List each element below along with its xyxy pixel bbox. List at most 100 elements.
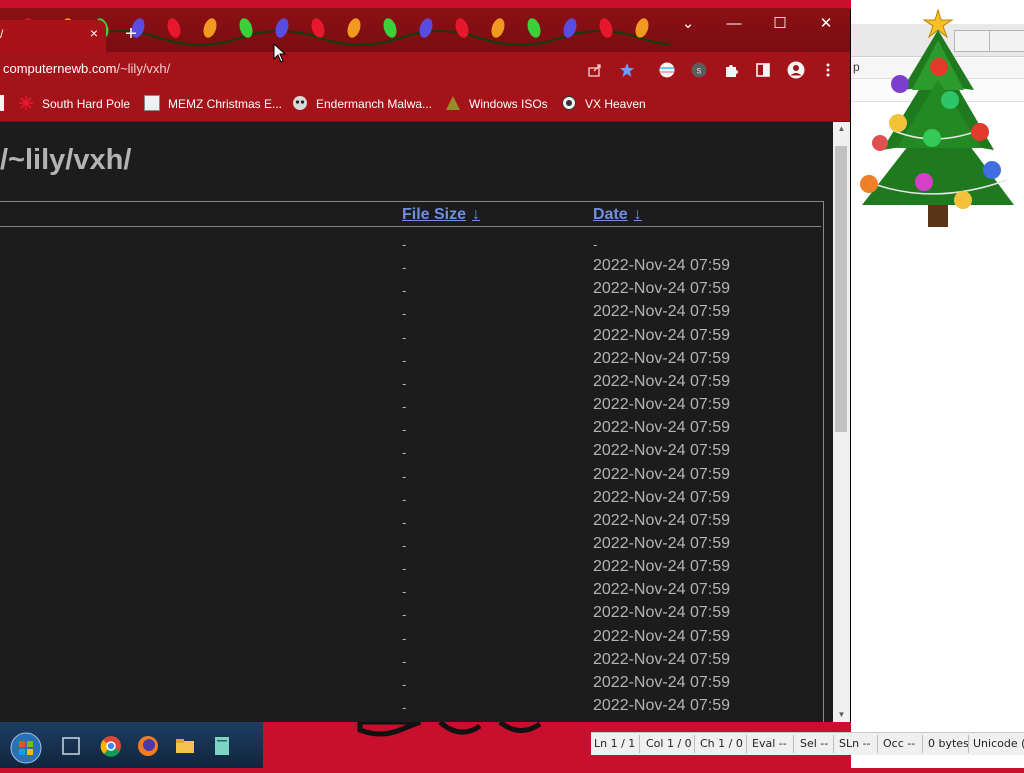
- table-row: - 2022-Nov-24 07:59: [0, 396, 823, 419]
- file-listing-table: File Size ↓ Date ↓ - - -2022-Nov-24 07:59-20…: [0, 201, 824, 722]
- bookmark-item[interactable]: South Hard Pole: [18, 94, 130, 114]
- date-cell: 2022-Nov-24 07:59: [593, 697, 730, 714]
- table-row: - 2022-Nov-24 07:59: [0, 373, 823, 396]
- file-explorer-icon[interactable]: [174, 735, 196, 757]
- bookmark-item[interactable]: MEMZ Christmas E...: [144, 94, 282, 114]
- file-size-cell: -: [402, 630, 407, 646]
- status-eval: Eval --: [752, 737, 787, 750]
- bookmark-item[interactable]: Endermanch Malwa...: [292, 94, 432, 114]
- page-title: /~lily/vxh/: [0, 144, 132, 176]
- light-bulb: [239, 18, 253, 38]
- file-size-cell: -: [402, 491, 407, 507]
- light-bulb: [599, 18, 613, 38]
- status-divider: [793, 735, 794, 753]
- date-cell: 2022-Nov-24 07:59: [593, 650, 730, 668]
- file-size-cell: -: [402, 399, 407, 415]
- status-selected-lines: SLn --: [839, 737, 871, 750]
- light-bulb: [167, 18, 181, 38]
- date-cell: 2022-Nov-24 07:59: [593, 465, 730, 483]
- date-cell: 2022-Nov-24 07:59: [593, 581, 730, 599]
- status-divider: [639, 735, 640, 753]
- status-encoding[interactable]: Unicode (: [973, 737, 1024, 750]
- windows-taskbar: [0, 722, 263, 768]
- tab-active[interactable]: / ×: [0, 20, 106, 52]
- table-row: - 2022-Nov-24 07:59: [0, 257, 823, 280]
- tab-close-icon[interactable]: ×: [86, 25, 102, 41]
- table-row: - 2022-Nov-24 07:59: [0, 697, 823, 720]
- file-size-cell: -: [402, 537, 407, 553]
- bookmark-star-icon[interactable]: [619, 62, 635, 78]
- table-row: - 2022-Nov-24 07:59: [0, 350, 823, 373]
- bookmarks-bar: South Hard Pole MEMZ Christmas E... Ende…: [0, 88, 850, 122]
- bookmark-item[interactable]: VX Heaven: [561, 94, 646, 114]
- url-host: computernewb.com: [3, 61, 117, 76]
- maximize-button[interactable]: ☐: [762, 11, 798, 37]
- status-bytes: 0 bytes: [928, 737, 969, 750]
- column-header-file-size[interactable]: File Size ↓: [402, 206, 480, 224]
- bookmark-label: Windows ISOs: [469, 97, 548, 111]
- profile-extension-icon[interactable]: s: [691, 62, 707, 78]
- light-bulb: [383, 18, 397, 38]
- status-divider: [922, 735, 923, 753]
- bookmark-item[interactable]: Windows ISOs: [445, 94, 548, 114]
- light-bulb: [527, 18, 541, 38]
- light-bulb: [455, 18, 469, 38]
- header-divider: [0, 226, 821, 227]
- column-header-date[interactable]: Date ↓: [593, 206, 642, 224]
- close-window-button[interactable]: ✕: [808, 11, 844, 37]
- vertical-scrollbar[interactable]: ▲ ▼: [833, 122, 850, 722]
- date-cell: 2022-Nov-24 07:59: [593, 488, 730, 506]
- start-orb-icon[interactable]: [10, 732, 42, 764]
- light-bulb: [347, 18, 361, 38]
- status-divider: [746, 735, 747, 753]
- scroll-up-arrow-icon[interactable]: ▲: [833, 122, 850, 136]
- file-size-cell: -: [402, 468, 407, 484]
- status-line: Ln 1 / 1: [594, 737, 636, 750]
- side-panel-icon[interactable]: [755, 62, 771, 78]
- extensions-puzzle-icon[interactable]: [723, 62, 739, 78]
- file-size-cell: -: [402, 375, 407, 391]
- file-size-cell: -: [402, 676, 407, 692]
- date-cell: 2022-Nov-24 07:59: [593, 673, 730, 691]
- table-row: - 2022-Nov-24 07:59: [0, 651, 823, 674]
- notepad-icon[interactable]: [211, 735, 233, 757]
- taskbar-app-icon[interactable]: [60, 735, 82, 757]
- sort-arrow-icon: ↓: [472, 206, 481, 223]
- tab-title: /: [0, 27, 4, 41]
- scroll-down-arrow-icon[interactable]: ▼: [833, 708, 850, 722]
- page-content: /~lily/vxh/ File Size ↓ Date ↓ - - -2022-Nov…: [0, 122, 833, 722]
- file-size-cell: -: [402, 306, 407, 322]
- new-tab-button[interactable]: +: [121, 24, 141, 44]
- date-cell: 2022-Nov-24 07:59: [593, 558, 730, 576]
- sort-arrow-icon: ↓: [633, 206, 642, 223]
- firefox-icon[interactable]: [137, 735, 159, 757]
- table-row: - 2022-Nov-24 07:59: [0, 303, 823, 326]
- extension-flag-icon[interactable]: [659, 62, 675, 78]
- url-path: /~lily/vxh/: [116, 61, 171, 76]
- date-cell: 2022-Nov-24 07:59: [593, 303, 730, 321]
- tab-search-dropdown-icon[interactable]: ⌄: [670, 11, 706, 37]
- scrollbar-thumb[interactable]: [835, 146, 847, 432]
- account-avatar-icon[interactable]: [787, 61, 805, 79]
- date-cell: 2022-Nov-24 07:59: [593, 280, 730, 298]
- menu-kebab-icon[interactable]: [820, 62, 836, 78]
- file-size-cell: -: [402, 422, 407, 438]
- minimize-button[interactable]: —: [716, 11, 752, 37]
- file-size-cell: -: [402, 260, 407, 276]
- file-size-cell: -: [402, 607, 407, 623]
- table-row: --: [0, 234, 823, 257]
- date-cell: 2022-Nov-24 07:59: [593, 627, 730, 645]
- vx-heaven-icon: [561, 95, 577, 111]
- address-bar[interactable]: computernewb.com/~lily/vxh/: [3, 61, 170, 76]
- column-label-size: File Size: [402, 206, 467, 223]
- column-label-date: Date: [593, 206, 628, 223]
- light-bulb: [203, 18, 217, 38]
- share-icon[interactable]: [587, 62, 603, 78]
- bookmark-label: MEMZ Christmas E...: [168, 97, 283, 111]
- table-row: - 2022-Nov-24 07:59: [0, 604, 823, 627]
- chrome-icon[interactable]: [100, 735, 122, 757]
- date-cell: 2022-Nov-24 07:59: [593, 419, 730, 437]
- table-row: - 2022-Nov-24 07:59: [0, 674, 823, 697]
- bookmark-overflow-edge[interactable]: [0, 94, 4, 114]
- date-cell: 2022-Nov-24 07:59: [593, 534, 730, 552]
